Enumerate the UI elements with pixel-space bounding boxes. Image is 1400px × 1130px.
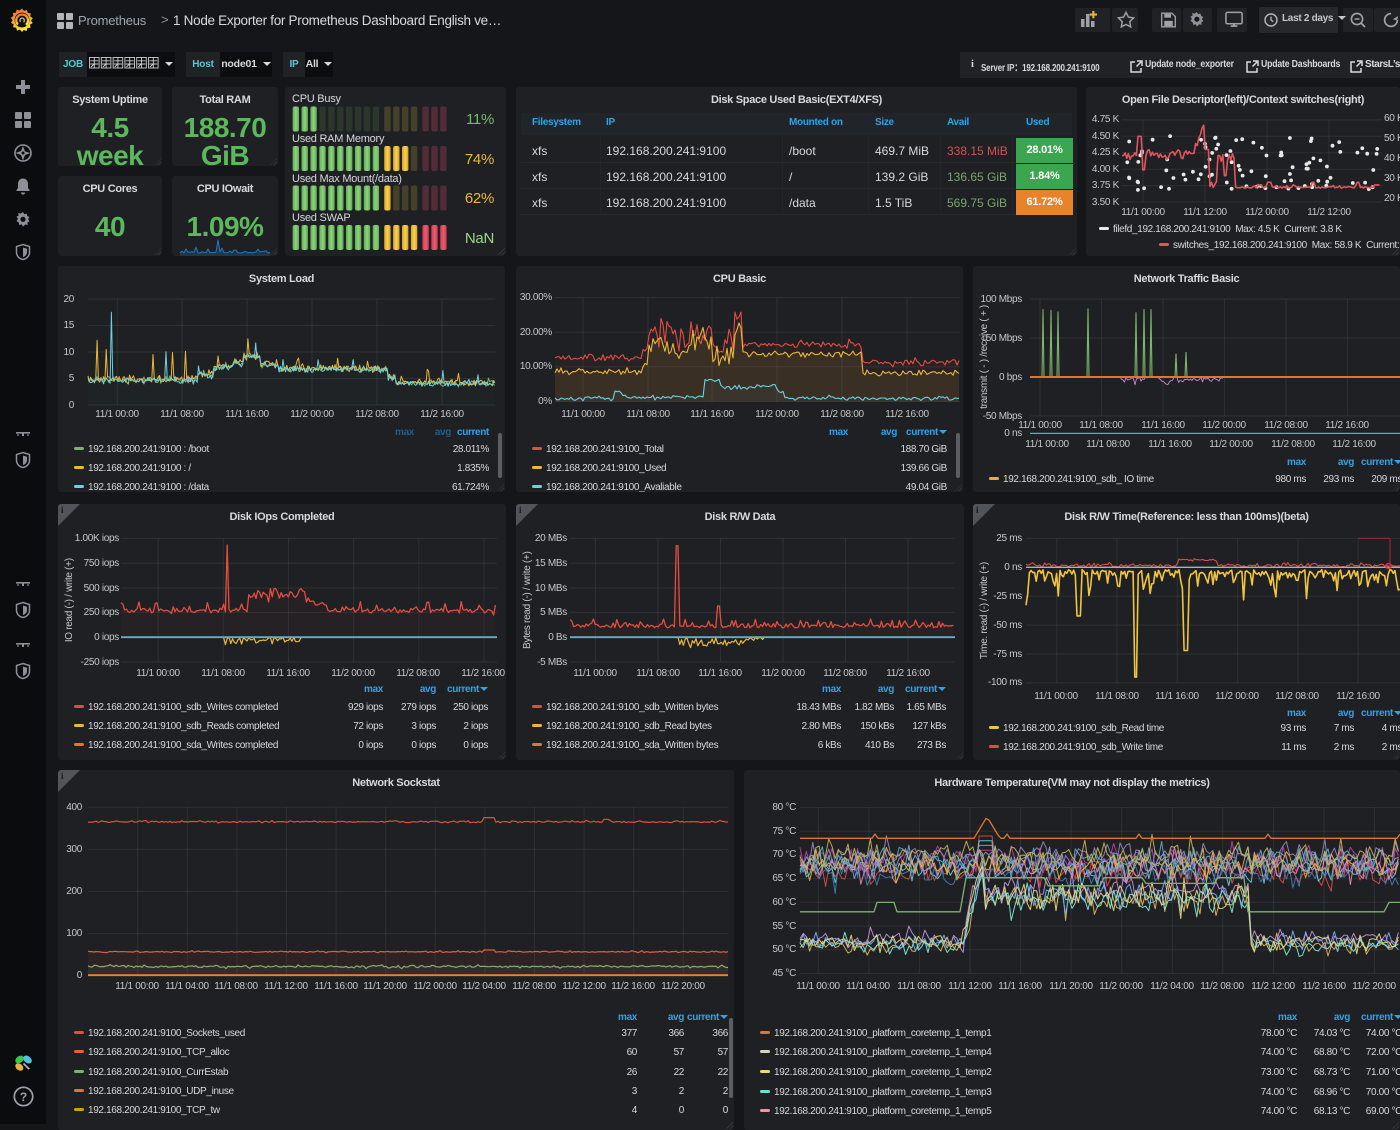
svg-text:transmit ( - ) /receive ( + ): transmit ( - ) /receive ( + ) [979, 305, 990, 409]
svg-text:Time. read (-) / write (+): Time. read (-) / write (+) [979, 562, 990, 659]
svg-text:?: ? [20, 1090, 27, 1104]
svg-text:Bytes read (-) / write (+): Bytes read (-) / write (+) [522, 551, 533, 649]
svg-text:IO read (-) / write (+): IO read (-) / write (+) [64, 558, 75, 642]
